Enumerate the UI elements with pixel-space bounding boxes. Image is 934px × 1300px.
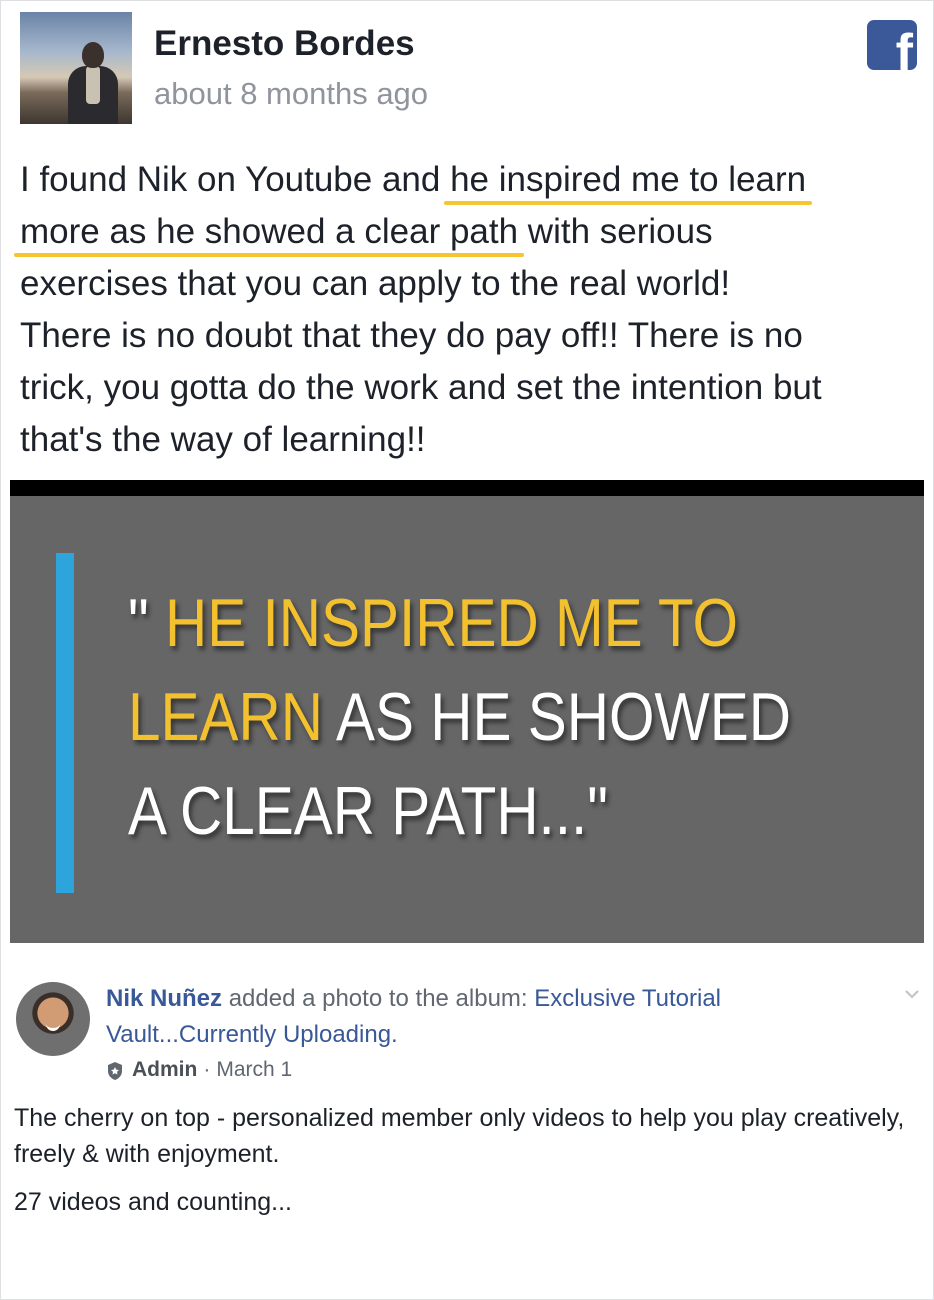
review-text-segment: exercises that you can apply to the real… — [20, 264, 731, 303]
post-header: Nik Nuñez added a photo to the album: Ex… — [106, 981, 846, 1053]
review-line: more as he showed a clear path with seri… — [20, 206, 920, 258]
facebook-icon[interactable]: f — [867, 20, 917, 70]
review-text-segment: There is no doubt that they do pay off!!… — [20, 316, 803, 355]
review-text-segment: that's the way of learning!! — [20, 420, 426, 459]
post-action-text: added a photo to the album: — [228, 985, 528, 1012]
quote-line-3: A CLEAR PATH..." — [128, 764, 799, 858]
review-line: that's the way of learning!! — [20, 414, 920, 466]
review-text-segment: I found Nik on Youtube and — [20, 160, 451, 199]
quote-text: AS HE SHOWED — [336, 679, 791, 755]
open-quote-mark: " — [128, 585, 149, 661]
video-frame-content[interactable]: " HE INSPIRED ME TO LEARN AS HE SHOWED A… — [10, 496, 924, 943]
quote-line-2: LEARN AS HE SHOWED — [128, 670, 799, 764]
quote-highlight-text: HE INSPIRED ME TO — [165, 585, 739, 661]
post-date[interactable]: March 1 — [216, 1058, 292, 1082]
post-author-link[interactable]: Nik Nuñez — [106, 985, 222, 1012]
reviewer-name[interactable]: Ernesto Bordes — [154, 24, 415, 64]
review-text: I found Nik on Youtube and he inspired m… — [20, 154, 920, 466]
review-highlight: he inspired me to learn — [450, 160, 807, 199]
review-line: There is no doubt that they do pay off!!… — [20, 310, 920, 362]
review-line: trick, you gotta do the work and set the… — [20, 362, 920, 414]
avatar[interactable] — [20, 12, 132, 124]
group-post: Nik Nuñez added a photo to the album: Ex… — [0, 960, 934, 1300]
review-timestamp: about 8 months ago — [154, 76, 429, 111]
shield-icon — [108, 1062, 122, 1080]
quote-highlight-text: LEARN — [128, 679, 324, 755]
admin-badge: Admin — [132, 1058, 198, 1081]
quote-accent-bar — [56, 553, 74, 893]
review-line: exercises that you can apply to the real… — [20, 258, 920, 310]
testimonial-card: Ernesto Bordes about 8 months ago f I fo… — [0, 0, 934, 945]
video-player[interactable]: " HE INSPIRED ME TO LEARN AS HE SHOWED A… — [10, 480, 924, 943]
quote-line-1: " HE INSPIRED ME TO — [128, 576, 799, 670]
avatar-smile — [46, 1022, 60, 1031]
review-highlight: more as he showed a clear path — [20, 212, 519, 251]
review-text-segment: trick, you gotta do the work and set the… — [20, 368, 822, 407]
post-body: The cherry on top - personalized member … — [14, 1104, 905, 1168]
chevron-down-icon[interactable] — [904, 986, 920, 1002]
review-line: I found Nik on Youtube and he inspired m… — [20, 154, 920, 206]
quote-text: A CLEAR PATH..." — [128, 773, 609, 849]
avatar-silhouette-head — [82, 42, 104, 68]
avatar[interactable] — [16, 982, 90, 1056]
meta-separator: · — [203, 1058, 211, 1081]
review-text-segment: with serious — [518, 212, 713, 251]
video-quote: " HE INSPIRED ME TO LEARN AS HE SHOWED A… — [128, 576, 799, 858]
post-count-text: 27 videos and counting... — [14, 1188, 292, 1216]
post-meta: Admin · March 1 — [106, 1058, 292, 1082]
avatar-silhouette-scarf — [86, 66, 100, 104]
